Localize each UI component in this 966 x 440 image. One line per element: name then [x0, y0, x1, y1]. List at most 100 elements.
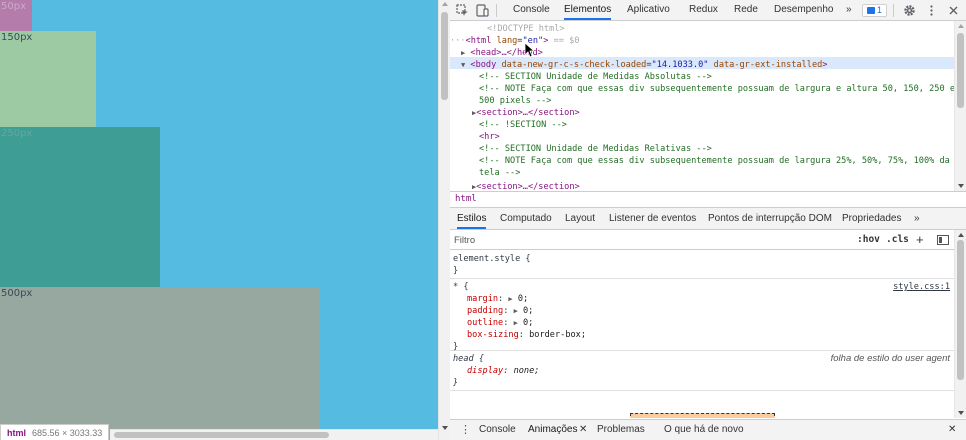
- scroll-down-icon[interactable]: [958, 184, 964, 188]
- css-property[interactable]: box-sizing: border-box;: [467, 329, 586, 341]
- devtools-toolbar: Console Elementos Aplicativo Redux Rede …: [450, 0, 966, 21]
- expand-triangle-icon[interactable]: ▶: [461, 49, 465, 57]
- dom-line-comment[interactable]: <!-- !SECTION -->: [479, 119, 567, 131]
- dom-line-comment-cont: 500 pixels -->: [479, 96, 552, 106]
- issues-icon: [867, 7, 875, 14]
- issues-count: 1: [877, 5, 883, 15]
- tab-performance[interactable]: Desempenho: [774, 0, 833, 20]
- drawer-tab-issues[interactable]: Problemas: [597, 420, 645, 440]
- dom-line-comment[interactable]: <!-- NOTE Faça com que essas div subsequ…: [479, 155, 950, 167]
- page-horizontal-scrollbar[interactable]: [110, 429, 438, 440]
- rule-close-brace: }: [453, 378, 459, 388]
- device-toggle-icon[interactable]: [476, 4, 489, 17]
- box-label: 250px: [1, 128, 33, 139]
- tab-layout[interactable]: Layout: [565, 208, 595, 229]
- rule-selector: element.style {: [453, 254, 531, 264]
- box-model-diagram: [630, 413, 775, 418]
- drawer-tab-whats-new[interactable]: O que há de novo: [664, 420, 744, 440]
- css-property[interactable]: margin: ▶ 0;: [467, 293, 528, 305]
- issues-badge[interactable]: 1: [862, 4, 888, 17]
- devtools-panel: Console Elementos Aplicativo Redux Rede …: [450, 0, 966, 440]
- settings-gear-icon[interactable]: [903, 4, 916, 17]
- toggle-sidebar-icon[interactable]: [937, 235, 949, 245]
- styles-pane: element.style { } * { style.css:1 margin…: [450, 251, 954, 418]
- rule-head-user-agent[interactable]: head { folha de estilo do user agent dis…: [450, 351, 954, 391]
- close-icon[interactable]: ✕: [579, 420, 587, 440]
- kebab-menu-icon[interactable]: [925, 4, 938, 17]
- tab-dom-breakpoints[interactable]: Pontos de interrupção DOM: [708, 208, 832, 229]
- css-property[interactable]: outline: ▶ 0;: [467, 317, 533, 329]
- breadcrumb: html: [450, 191, 966, 208]
- dom-line-section[interactable]: ▶<section>…</section>: [472, 181, 580, 191]
- dom-line-hr[interactable]: <hr>: [479, 131, 500, 143]
- scroll-thumb[interactable]: [441, 12, 448, 100]
- scroll-up-icon[interactable]: [958, 24, 964, 28]
- dom-line-comment[interactable]: <!-- SECTION Unidade de Medidas Absoluta…: [479, 71, 712, 83]
- box-50px: 50px: [0, 0, 32, 31]
- page-viewport[interactable]: 500px 250px 150px 50px: [0, 0, 438, 440]
- new-rule-plus-icon[interactable]: +: [916, 232, 924, 247]
- more-subtabs-button[interactable]: »: [914, 208, 920, 229]
- scroll-thumb[interactable]: [957, 33, 964, 108]
- breadcrumb-item-html[interactable]: html: [455, 194, 477, 204]
- dom-line-doctype[interactable]: <!DOCTYPE html>: [487, 23, 565, 35]
- dom-line-comment[interactable]: <!-- NOTE Faça com que essas div subsequ…: [479, 83, 955, 95]
- css-property[interactable]: padding: ▶ 0;: [467, 305, 533, 317]
- filter-input[interactable]: [454, 233, 850, 247]
- close-drawer-icon[interactable]: ✕: [948, 420, 956, 440]
- tooltip-tag: html: [7, 428, 26, 438]
- scroll-thumb[interactable]: [957, 240, 964, 380]
- tab-redux[interactable]: Redux: [689, 0, 718, 20]
- scroll-down-icon[interactable]: [442, 426, 448, 430]
- collapse-triangle-icon[interactable]: ▼: [461, 61, 465, 69]
- rule-close-brace: }: [453, 266, 459, 276]
- rule-element-style[interactable]: element.style { }: [450, 251, 954, 279]
- tab-styles[interactable]: Estilos: [457, 208, 487, 229]
- ellipsis-icon[interactable]: ···: [450, 36, 466, 46]
- scroll-thumb[interactable]: [114, 432, 329, 438]
- drawer-menu-icon[interactable]: ⋮: [460, 420, 471, 440]
- inspect-icon[interactable]: [456, 4, 469, 17]
- styles-filter-bar: :hov .cls +: [450, 230, 966, 250]
- styles-subtabs: Estilos Computado Layout Listener de eve…: [450, 208, 966, 230]
- styles-scrollbar[interactable]: [954, 230, 966, 418]
- toolbar-separator: [496, 4, 497, 17]
- dom-line-section[interactable]: ▶<section>…</section>: [472, 107, 580, 119]
- css-property[interactable]: display: none;: [467, 365, 539, 377]
- scroll-up-icon[interactable]: [958, 233, 964, 237]
- page-vertical-scrollbar[interactable]: [438, 0, 450, 440]
- rule-universal[interactable]: * { style.css:1 margin: ▶ 0; padding: ▶ …: [450, 279, 954, 352]
- user-agent-source: folha de estilo do user agent: [830, 353, 950, 364]
- tab-computed[interactable]: Computado: [500, 208, 552, 229]
- dom-line-comment-cont: tela -->: [479, 168, 521, 178]
- more-tabs-button[interactable]: »: [846, 0, 852, 20]
- tab-application[interactable]: Aplicativo: [627, 0, 670, 20]
- mouse-cursor-icon: [524, 42, 536, 58]
- cls-toggle[interactable]: .cls: [886, 234, 909, 245]
- box-150px: 150px: [0, 31, 96, 127]
- element-inspect-tooltip: html 685.56 × 3033.33: [0, 424, 110, 440]
- scroll-down-icon[interactable]: [958, 411, 964, 415]
- box-label: 150px: [1, 32, 33, 43]
- close-icon[interactable]: [947, 4, 960, 17]
- hov-toggle[interactable]: :hov: [857, 234, 880, 245]
- box-label: 500px: [1, 288, 33, 299]
- tab-network[interactable]: Rede: [734, 0, 758, 20]
- scroll-up-icon[interactable]: [442, 2, 448, 6]
- dom-tree-scrollbar[interactable]: [954, 21, 966, 191]
- tab-console[interactable]: Console: [513, 0, 550, 20]
- drawer-tab-animations[interactable]: Animações: [528, 420, 577, 440]
- stylesheet-link[interactable]: style.css:1: [893, 281, 950, 293]
- rule-selector: * {: [453, 282, 469, 292]
- tab-elements[interactable]: Elementos: [564, 0, 612, 20]
- toolbar-separator: [893, 4, 894, 17]
- tab-event-listeners[interactable]: Listener de eventos: [609, 208, 696, 229]
- drawer-tab-console[interactable]: Console: [479, 420, 516, 440]
- box-250px: 250px: [0, 127, 160, 287]
- box-label: 50px: [1, 1, 26, 12]
- tab-properties[interactable]: Propriedades: [842, 208, 901, 229]
- dom-line-body[interactable]: ▼ <body data-new-gr-c-s-check-loaded="14…: [461, 59, 827, 71]
- dom-line-comment[interactable]: <!-- SECTION Unidade de Medidas Relativa…: [479, 143, 712, 155]
- rule-selector: head {: [453, 354, 485, 364]
- dom-tree[interactable]: <!DOCTYPE html> ···<html lang="en"> == $…: [450, 21, 966, 191]
